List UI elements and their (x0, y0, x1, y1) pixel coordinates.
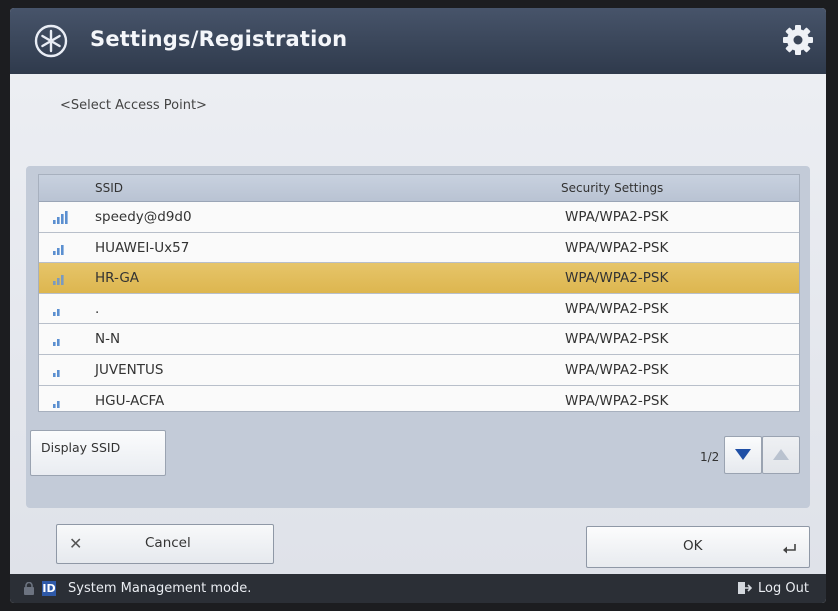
page-down-button[interactable] (724, 436, 762, 474)
page-up-button[interactable] (762, 436, 800, 474)
security-cell: WPA/WPA2-PSK (565, 331, 669, 348)
signal-strength-icon (53, 339, 60, 347)
security-cell: WPA/WPA2-PSK (565, 239, 669, 256)
table-row[interactable]: HGU-ACFA WPA/WPA2-PSK (39, 385, 799, 411)
column-header-ssid: SSID (95, 181, 124, 195)
table-row[interactable]: N-N WPA/WPA2-PSK (39, 324, 799, 355)
logout-link[interactable]: Log Out (758, 581, 809, 596)
logout-icon[interactable] (738, 581, 752, 595)
ssid-cell: N-N (95, 331, 121, 348)
table-row[interactable]: HUAWEI-Ux57 WPA/WPA2-PSK (39, 232, 799, 264)
page-title: Settings/Registration (90, 27, 348, 51)
table-row[interactable]: . WPA/WPA2-PSK (39, 293, 799, 325)
gear-icon[interactable] (782, 24, 814, 56)
ok-button[interactable]: OK (586, 526, 810, 568)
enter-arrow-icon (783, 544, 796, 554)
signal-strength-icon (53, 400, 60, 408)
security-cell: WPA/WPA2-PSK (565, 209, 669, 225)
table-header: SSID Security Settings (39, 175, 799, 202)
security-cell: WPA/WPA2-PSK (565, 270, 669, 287)
ssid-cell: HUAWEI-Ux57 (95, 239, 190, 256)
display-ssid-button[interactable]: Display SSID (30, 430, 166, 476)
title-bar: Settings/Registration (10, 8, 826, 74)
table-body: speedy@d9d0 WPA/WPA2-PSK HUAWEI-Ux57 WPA/WP… (39, 202, 799, 411)
table-row[interactable]: speedy@d9d0 WPA/WPA2-PSK (39, 202, 799, 233)
ssid-cell: HGU-ACFA (95, 392, 165, 409)
signal-strength-icon (53, 211, 68, 224)
status-bar: ID System Management mode. Log Out (10, 574, 826, 603)
security-cell: WPA/WPA2-PSK (565, 300, 669, 317)
security-cell: WPA/WPA2-PSK (565, 361, 669, 378)
page-indicator: 1/2 (700, 450, 720, 464)
id-badge: ID (42, 581, 56, 596)
signal-strength-icon (53, 308, 60, 316)
signal-strength-icon (53, 244, 64, 255)
ssid-cell: HR-GA (95, 270, 140, 287)
cancel-button[interactable]: ✕ Cancel (56, 524, 274, 564)
section-subtitle: <Select Access Point> (60, 98, 207, 113)
security-cell: WPA/WPA2-PSK (565, 392, 669, 409)
main-content: <Select Access Point> SSID Security Sett… (10, 74, 826, 574)
column-header-security: Security Settings (561, 181, 664, 195)
signal-strength-icon (53, 369, 60, 377)
access-point-panel: SSID Security Settings speedy@d9d0 WPA/WP… (26, 166, 810, 508)
triangle-down-icon (735, 449, 751, 460)
close-icon: ✕ (69, 534, 83, 553)
device-screen: Settings/Registration <Select Access Poi… (10, 8, 826, 603)
settings-star-icon (34, 24, 68, 58)
lock-icon (24, 582, 34, 595)
table-row[interactable]: HR-GA WPA/WPA2-PSK (39, 263, 799, 294)
display-ssid-label: Display SSID (41, 440, 121, 455)
ssid-cell: . (95, 300, 100, 317)
access-point-table: SSID Security Settings speedy@d9d0 WPA/WP… (38, 174, 800, 412)
ssid-cell: JUVENTUS (95, 361, 164, 378)
ok-label: OK (683, 538, 703, 554)
ssid-cell: speedy@d9d0 (95, 209, 192, 225)
table-row[interactable]: JUVENTUS WPA/WPA2-PSK (39, 354, 799, 386)
status-mode-text: System Management mode. (68, 581, 252, 596)
cancel-label: Cancel (145, 535, 191, 551)
triangle-up-icon (773, 449, 789, 460)
signal-strength-icon (53, 275, 64, 286)
